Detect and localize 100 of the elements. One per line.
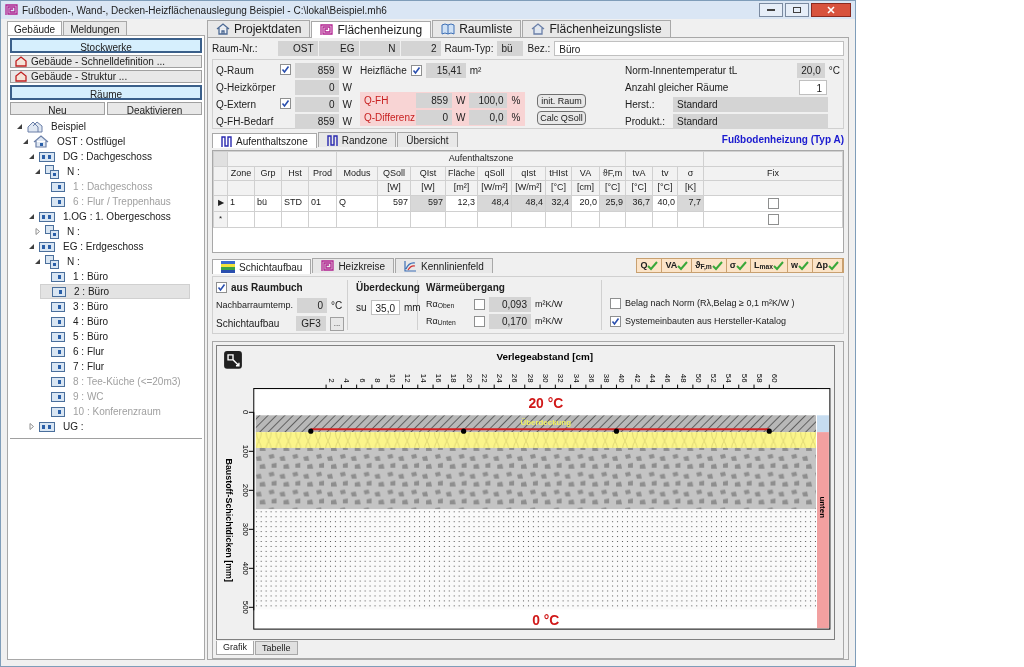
section-button[interactable]: Räume [10,85,202,100]
tab[interactable]: Heizkreise [312,258,395,273]
tab[interactable]: Schichtaufbau [212,259,312,274]
tree-item[interactable]: 6 : Flur [40,344,113,359]
floor-icon [39,421,55,432]
tree-item[interactable]: 5 : Büro [40,329,117,344]
tab[interactable]: Tabelle [255,641,298,655]
checkbox[interactable] [280,98,292,109]
tree-item[interactable]: UG : [28,419,92,434]
tab[interactable]: Randzone [317,132,397,147]
maximize-button[interactable] [785,3,809,17]
layers-icon [221,261,235,273]
action-button[interactable]: Calc QSoll [536,110,586,125]
tree-label: 2 : Büro [74,285,110,299]
collapse-icon[interactable] [28,213,35,220]
action-button[interactable]: Gebäude - Struktur ... [10,70,202,83]
field-label: Produkt.: [625,115,667,129]
checkbox[interactable] [610,298,621,310]
tab[interactable]: Übersicht [397,132,458,147]
tree-item[interactable]: N : [34,224,88,239]
count-field[interactable]: 1 [799,80,827,95]
tick-label: 28 [525,373,535,383]
room-button[interactable]: Deaktivieren [107,102,202,115]
tree-item[interactable]: OST : Ostflügel [22,134,134,149]
unit-header: [W/m²] [477,180,512,195]
zoom-icon[interactable] [224,350,242,369]
tick-label: 46 [663,373,673,383]
check-label: Q [640,258,648,272]
room-icon [51,376,65,387]
room-icon [51,181,65,192]
tree-item[interactable]: DG : Dachgeschoss [28,149,160,164]
action-button[interactable]: init. Raum [536,93,586,108]
tab[interactable]: Meldungen [63,21,127,35]
tree-item[interactable]: 4 : Büro [40,314,117,329]
tree-item[interactable]: 1.OG : 1. Obergeschoss [28,209,179,224]
tick-label: 4 [342,378,352,383]
tree-item[interactable]: N : [34,164,88,179]
collapse-icon[interactable] [16,123,23,130]
value-field: 15,41 [425,63,466,78]
column-header: Fix [703,166,843,181]
cover-field[interactable]: 35,0 [370,300,401,315]
checkbox[interactable] [474,299,485,310]
window-title: Fußboden-, Wand-, Decken-Heizflächenauslegung Beispiel - C:\lokal\Beispiel.mh6 [22,3,387,18]
tree-item[interactable]: 3 : Büro [40,299,117,314]
tab[interactable]: Grafik [216,641,254,655]
checkbox[interactable] [474,316,485,327]
tree-label: 5 : Büro [73,330,109,344]
action-button[interactable]: Gebäude - Schnelldefinition ... [10,55,202,68]
minimize-button[interactable] [759,3,783,17]
tick-label: 52 [709,373,719,383]
tab[interactable]: Aufenthaltszone [212,133,317,148]
tick-label: 24 [495,373,505,383]
checkbox[interactable] [280,64,292,75]
tick-label: 42 [632,373,642,383]
checkbox[interactable] [410,65,422,76]
tree-item[interactable]: 2 : Büro [40,284,190,299]
checkbox[interactable] [610,315,621,327]
tab[interactable]: Kennlinienfeld [395,258,493,273]
collapse-icon[interactable] [28,243,35,250]
tab[interactable]: Gebäude [7,21,63,35]
close-button[interactable] [811,3,851,17]
value-field: 0 [295,97,339,112]
room-button[interactable]: Neu [10,102,105,115]
collapse-icon[interactable] [34,258,41,265]
tree-label: 1 : Dachgeschoss [73,180,153,194]
tree-item[interactable]: N : [34,254,88,269]
collapse-icon[interactable] [34,168,41,175]
collapse-icon[interactable] [28,153,35,160]
unit-header: [°C] [625,180,653,195]
unit-label: W [456,111,466,125]
expand-icon[interactable] [28,423,35,430]
tab[interactable]: Flächenheizung [311,21,432,38]
field-label: Raum-Nr.: [212,42,258,56]
browse-button[interactable]: ... [330,316,344,331]
field-label: Heizfläche [360,64,407,78]
column-header: Fläche [445,166,478,181]
unit-label: °C [828,64,840,78]
tree-label: 1.OG : 1. Obergeschoss [63,210,171,224]
section-button[interactable]: Stockwerke [10,38,202,53]
room-name-field[interactable]: Büro [554,41,844,56]
collapse-icon[interactable] [22,138,29,145]
house-icon [33,135,49,148]
value-field: 859 [416,93,452,108]
tree-item[interactable]: 1 : Büro [40,269,117,284]
checkbox[interactable] [216,282,227,293]
checkbox[interactable] [767,213,779,225]
tab[interactable]: Projektdaten [207,20,311,37]
expand-icon[interactable] [34,228,41,235]
tree-item[interactable]: 7 : Flur [40,359,113,374]
tree-item[interactable]: Beispiel [16,119,95,134]
tree-item[interactable]: EG : Erdgeschoss [28,239,152,254]
tick-label: 2 [327,378,337,383]
tick-label: 8 [372,378,382,383]
tab[interactable]: Raumliste [432,20,522,37]
axis-title: Verlegeabstand [cm] [496,350,594,362]
tick-label: 200 [240,483,250,497]
floor-icon [39,151,55,162]
column-header: QIst [410,166,446,181]
tab[interactable]: Flächenheizungsliste [522,20,671,37]
checkbox[interactable] [767,197,779,209]
